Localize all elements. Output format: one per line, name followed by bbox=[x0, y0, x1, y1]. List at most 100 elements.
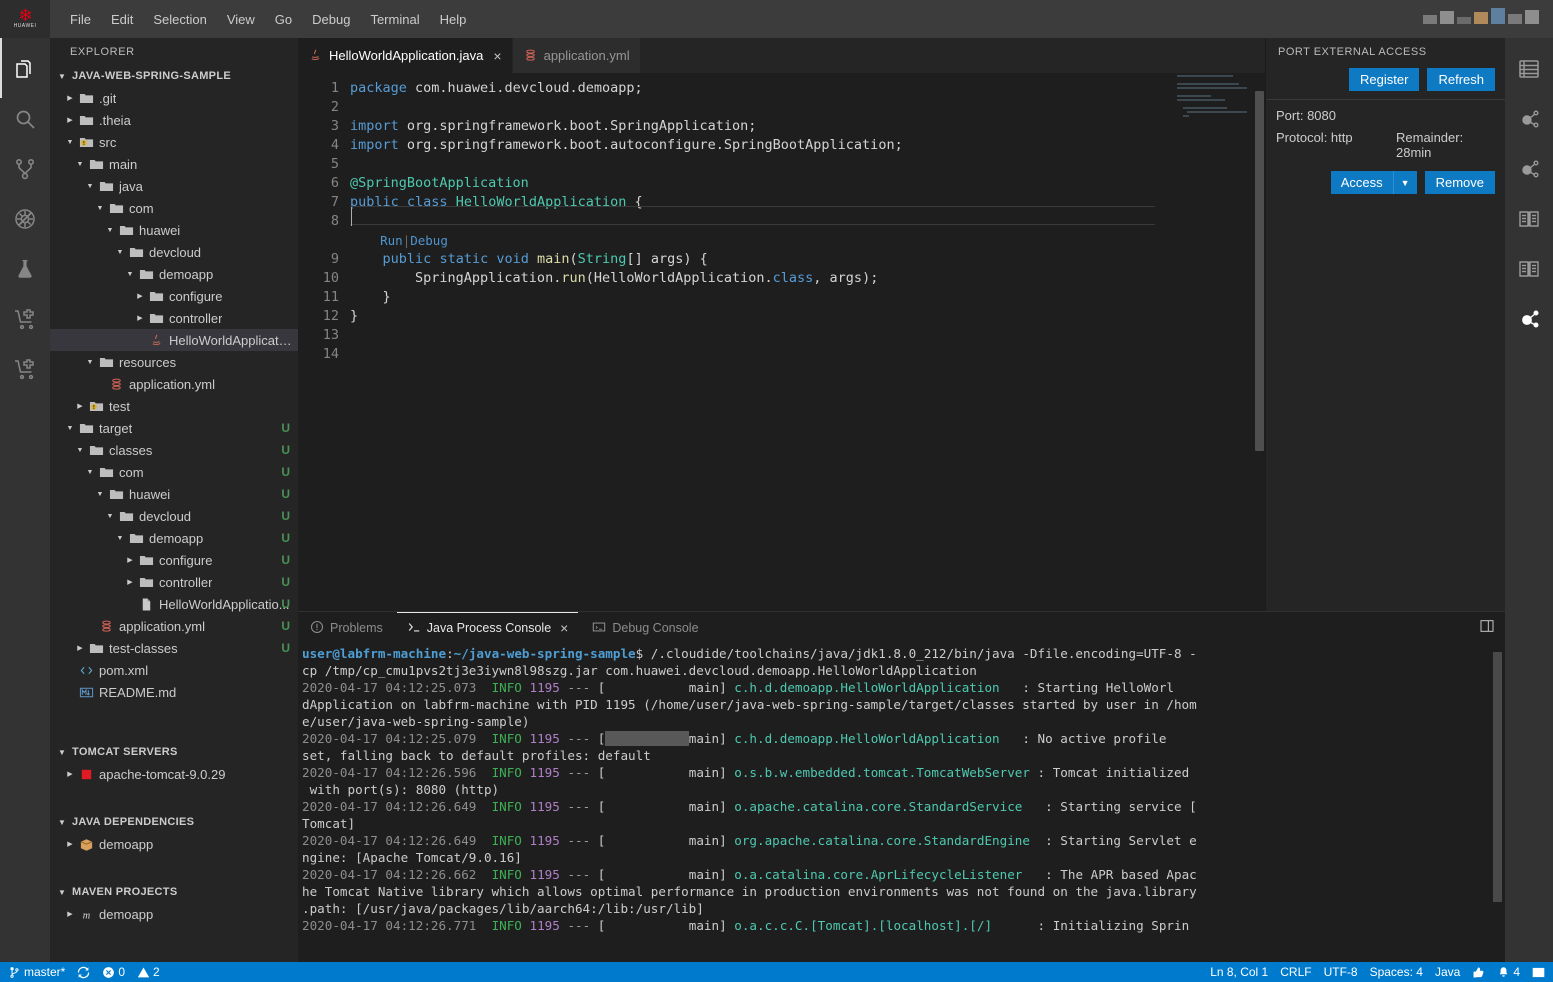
menu-item-help[interactable]: Help bbox=[430, 8, 477, 31]
extensions-cart-icon[interactable] bbox=[0, 294, 50, 344]
panel-tab[interactable]: Debug Console bbox=[590, 612, 700, 643]
chevron-right-icon[interactable]: ▶ bbox=[64, 910, 76, 918]
tree-item[interactable]: ▼main bbox=[50, 153, 298, 175]
branch-status[interactable]: master* bbox=[8, 965, 65, 979]
tree-item[interactable]: ▼resources bbox=[50, 351, 298, 373]
graph-node-2-icon[interactable] bbox=[1505, 144, 1553, 194]
tree-item[interactable]: ▶application.ymlU bbox=[50, 615, 298, 637]
tree-item[interactable]: ▶application.yml bbox=[50, 373, 298, 395]
tree-item[interactable]: ▼classesU bbox=[50, 439, 298, 461]
tree-item[interactable]: ▼demoappU bbox=[50, 527, 298, 549]
chevron-right-icon[interactable]: ▶ bbox=[64, 840, 76, 848]
chevron-right-icon[interactable]: ▶ bbox=[74, 402, 86, 410]
chevron-down-icon[interactable]: ▼ bbox=[104, 227, 116, 234]
chevron-down-icon[interactable]: ▼ bbox=[104, 513, 116, 520]
tree-item[interactable]: ▶demoapp bbox=[50, 833, 298, 855]
error-count[interactable]: 0 bbox=[102, 965, 125, 979]
menu-item-file[interactable]: File bbox=[60, 8, 101, 31]
sidebar-section-header[interactable]: ▼JAVA-WEB-SPRING-SAMPLE bbox=[50, 65, 298, 87]
encoding-indicator[interactable]: UTF-8 bbox=[1324, 965, 1358, 979]
chevron-right-icon[interactable]: ▶ bbox=[134, 292, 146, 300]
tree-item[interactable]: ▼java bbox=[50, 175, 298, 197]
panel-tab[interactable]: Java Process Console× bbox=[405, 612, 571, 643]
tree-item[interactable]: ▶README.md bbox=[50, 681, 298, 703]
code-editor[interactable]: 1234567891011121314 package com.huawei.d… bbox=[298, 73, 1265, 611]
tree-item[interactable]: ▶.git bbox=[50, 87, 298, 109]
tree-item[interactable]: ▼devcloud bbox=[50, 241, 298, 263]
codelens-run-link[interactable]: Run bbox=[380, 233, 403, 248]
tree-item[interactable]: ▶controllerU bbox=[50, 571, 298, 593]
tree-item[interactable]: ▶HelloWorldApplicatio...U bbox=[50, 593, 298, 615]
sidebar-section-header[interactable]: ▼MAVEN PROJECTS bbox=[50, 881, 298, 903]
editor-vertical-scrollbar[interactable] bbox=[1253, 73, 1265, 611]
refresh-button[interactable]: Refresh bbox=[1427, 68, 1495, 91]
tree-item[interactable]: ▼demoapp bbox=[50, 263, 298, 285]
notifications-status[interactable]: 4 bbox=[1497, 965, 1520, 979]
sidebar-section-header[interactable]: ▼TOMCAT SERVERS bbox=[50, 741, 298, 763]
remove-button[interactable]: Remove bbox=[1425, 171, 1495, 194]
close-icon[interactable]: × bbox=[493, 48, 501, 64]
chevron-down-icon[interactable]: ▼ bbox=[84, 183, 96, 190]
access-button[interactable]: Access bbox=[1331, 171, 1393, 194]
chevron-down-icon[interactable]: ▼ bbox=[94, 491, 106, 498]
split-editor-icon[interactable] bbox=[1479, 618, 1495, 639]
menu-item-terminal[interactable]: Terminal bbox=[360, 8, 429, 31]
tree-item[interactable]: ▶HelloWorldApplication.j... bbox=[50, 329, 298, 351]
chevron-down-icon[interactable]: ▼ bbox=[124, 271, 136, 278]
port-access-icon[interactable] bbox=[1505, 294, 1553, 344]
chevron-down-icon[interactable]: ▼ bbox=[94, 205, 106, 212]
menu-item-edit[interactable]: Edit bbox=[101, 8, 143, 31]
panel-tab[interactable]: Problems bbox=[308, 612, 385, 643]
thumbsup-icon[interactable] bbox=[1472, 966, 1485, 979]
tree-item[interactable]: ▶mdemoapp bbox=[50, 903, 298, 925]
sidebar-section-header[interactable]: ▼JAVA DEPENDENCIES bbox=[50, 811, 298, 833]
chevron-down-icon[interactable]: ▼ bbox=[114, 249, 126, 256]
terminal-scrollbar-thumb[interactable] bbox=[1493, 652, 1502, 902]
run-debug-codelens[interactable]: Run|Debug bbox=[350, 231, 1265, 250]
list-icon[interactable] bbox=[1505, 44, 1553, 94]
chevron-right-icon[interactable]: ▶ bbox=[64, 116, 76, 124]
tree-item[interactable]: ▼src bbox=[50, 131, 298, 153]
test-flask-icon[interactable] bbox=[0, 244, 50, 294]
book-2-icon[interactable] bbox=[1505, 244, 1553, 294]
tree-item[interactable]: ▶controller bbox=[50, 307, 298, 329]
language-mode[interactable]: Java bbox=[1435, 965, 1460, 979]
eol-indicator[interactable]: CRLF bbox=[1280, 965, 1311, 979]
chevron-down-icon[interactable]: ▼ bbox=[84, 469, 96, 476]
code-lines[interactable]: package com.huawei.devcloud.demoapp; imp… bbox=[350, 79, 1265, 364]
layout-icon[interactable] bbox=[1532, 966, 1545, 979]
debug-disabled-icon[interactable] bbox=[0, 194, 50, 244]
warning-count[interactable]: 2 bbox=[137, 965, 160, 979]
chevron-down-icon[interactable]: ▼ bbox=[1393, 171, 1417, 194]
tree-item[interactable]: ▼devcloudU bbox=[50, 505, 298, 527]
explorer-icon[interactable] bbox=[0, 44, 50, 94]
source-control-icon[interactable] bbox=[0, 144, 50, 194]
editor-tab[interactable]: HelloWorldApplication.java× bbox=[298, 38, 513, 73]
terminal-scrollbar[interactable] bbox=[1493, 652, 1502, 952]
menu-item-view[interactable]: View bbox=[217, 8, 265, 31]
indentation-indicator[interactable]: Spaces: 4 bbox=[1370, 965, 1423, 979]
tree-item[interactable]: ▶configure bbox=[50, 285, 298, 307]
chevron-right-icon[interactable]: ▶ bbox=[134, 314, 146, 322]
chevron-right-icon[interactable]: ▶ bbox=[124, 578, 136, 586]
chevron-down-icon[interactable]: ▼ bbox=[114, 535, 126, 542]
chevron-down-icon[interactable]: ▼ bbox=[64, 425, 76, 432]
book-icon[interactable] bbox=[1505, 194, 1553, 244]
tree-item[interactable]: ▶pom.xml bbox=[50, 659, 298, 681]
access-split-button[interactable]: Access ▼ bbox=[1331, 171, 1417, 194]
tree-item[interactable]: ▶configureU bbox=[50, 549, 298, 571]
tree-item[interactable]: ▼comU bbox=[50, 461, 298, 483]
chevron-down-icon[interactable]: ▼ bbox=[74, 161, 86, 168]
tree-item[interactable]: ▶.theia bbox=[50, 109, 298, 131]
menu-item-selection[interactable]: Selection bbox=[143, 8, 216, 31]
tree-item[interactable]: ▼huaweiU bbox=[50, 483, 298, 505]
menu-item-debug[interactable]: Debug bbox=[302, 8, 360, 31]
sync-icon[interactable] bbox=[77, 966, 90, 979]
close-icon[interactable]: × bbox=[560, 620, 568, 636]
chevron-right-icon[interactable]: ▶ bbox=[74, 644, 86, 652]
chevron-right-icon[interactable]: ▶ bbox=[64, 94, 76, 102]
chevron-right-icon[interactable]: ▶ bbox=[64, 770, 76, 778]
cursor-position[interactable]: Ln 8, Col 1 bbox=[1210, 965, 1268, 979]
tree-item[interactable]: ▼huawei bbox=[50, 219, 298, 241]
tree-item[interactable]: ▼com bbox=[50, 197, 298, 219]
